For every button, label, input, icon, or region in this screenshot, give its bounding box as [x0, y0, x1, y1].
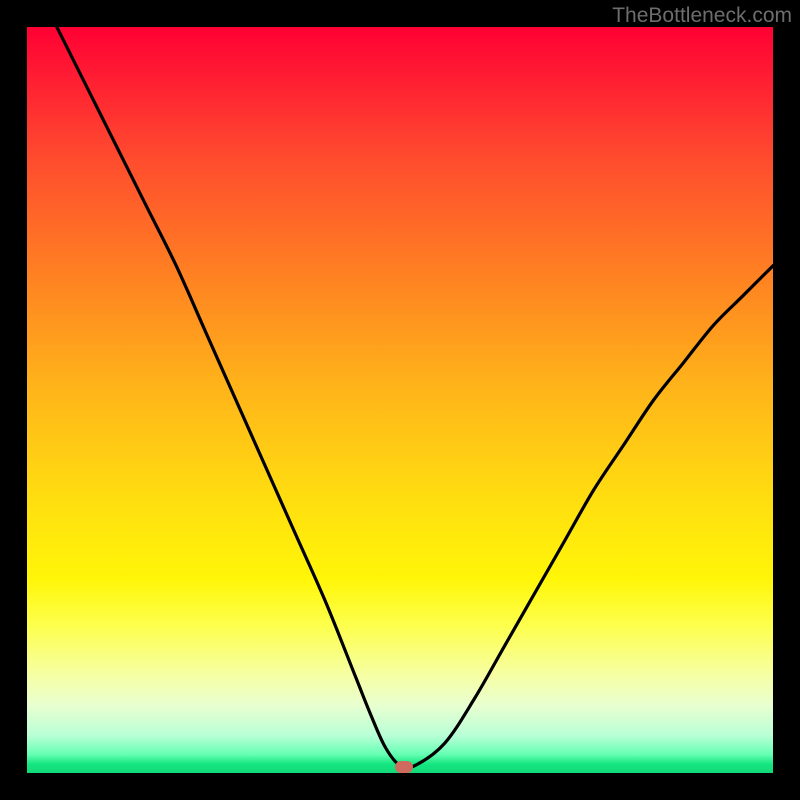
optimal-point-marker [395, 761, 413, 773]
plot-area [27, 27, 773, 773]
bottleneck-curve [27, 27, 773, 773]
chart-frame: TheBottleneck.com [0, 0, 800, 800]
watermark-text: TheBottleneck.com [612, 4, 792, 28]
